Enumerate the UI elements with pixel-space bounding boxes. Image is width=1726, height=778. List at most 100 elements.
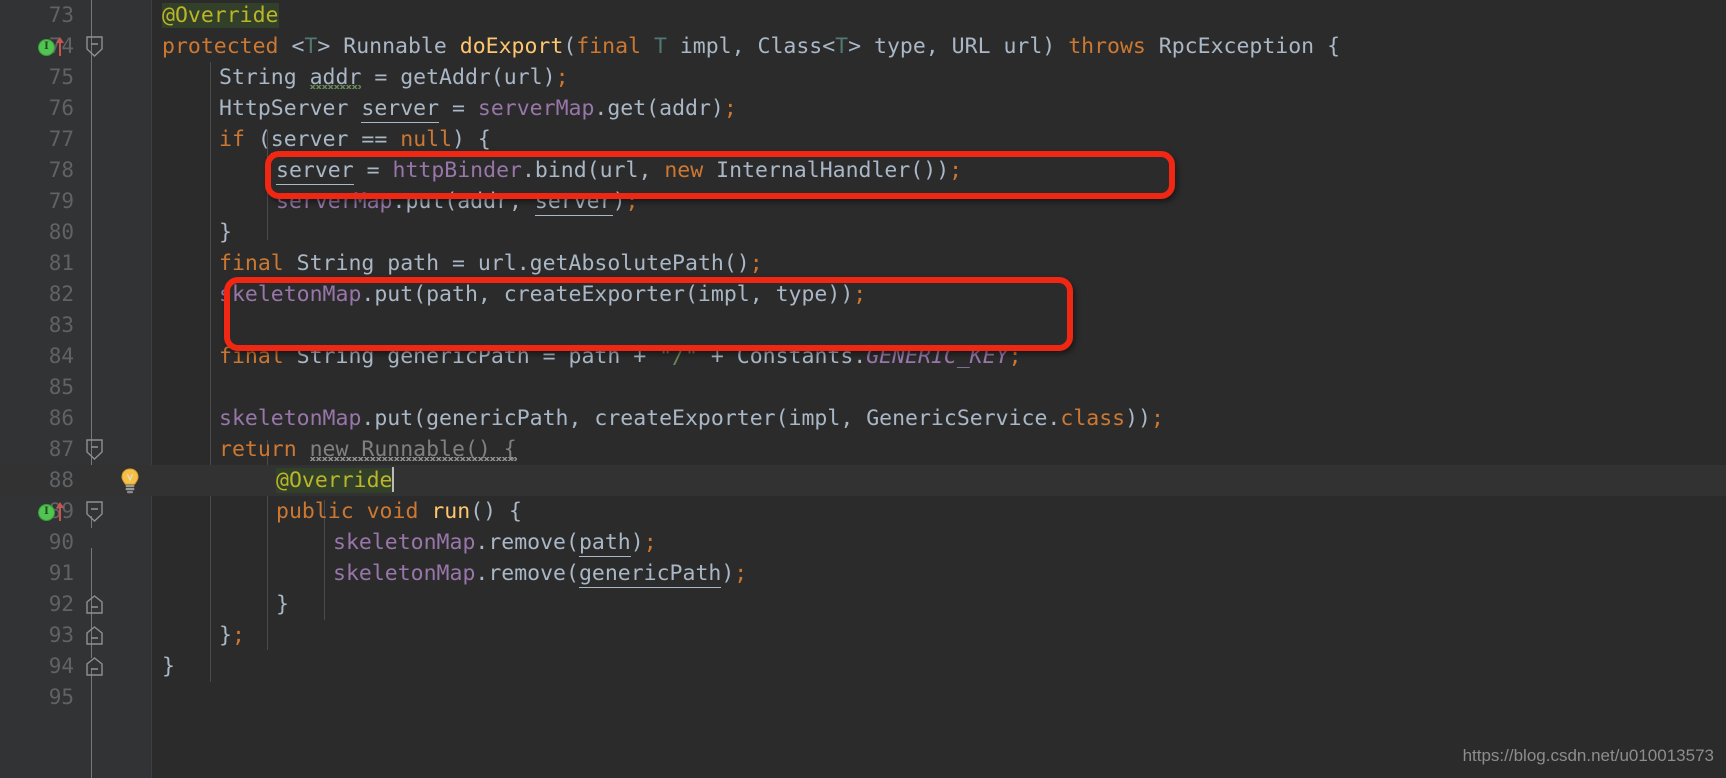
expression-token: String genericPath = path + <box>297 344 659 369</box>
brace-token: } <box>276 592 289 617</box>
text-caret <box>392 467 394 492</box>
line-number: 78 <box>0 155 74 186</box>
semicolon-token: ; <box>853 282 866 307</box>
code-line[interactable]: 94 } <box>0 651 1726 682</box>
overriding-method-arrow-icon[interactable] <box>54 500 66 520</box>
expression-token: .remove( <box>475 561 579 586</box>
variable-token-underlined: server <box>361 96 439 123</box>
punct-token: () { <box>470 499 522 524</box>
gutter-marker-group[interactable]: I <box>78 496 148 527</box>
punct-token: ) { <box>452 127 491 152</box>
keyword-token: public <box>276 499 367 524</box>
fold-end-icon[interactable] <box>86 595 103 616</box>
fold-end-icon[interactable] <box>86 626 103 647</box>
implementing-method-icon[interactable]: I <box>38 504 55 521</box>
expression-token: .get(addr) <box>594 96 723 121</box>
variable-token-warning: addr <box>310 65 362 90</box>
expression-token: = getAddr(url) <box>361 65 555 90</box>
code-line[interactable]: 93 }; <box>0 620 1726 651</box>
semicolon-token: ; <box>750 251 763 276</box>
type-token: InternalHandler()) <box>716 158 949 183</box>
semicolon-token: ; <box>1009 344 1022 369</box>
code-line[interactable]: 83 <box>0 310 1726 341</box>
code-line[interactable]: 90 skeletonMap.remove(path); <box>0 527 1726 558</box>
method-name-token: run <box>431 499 470 524</box>
brace-token: } <box>219 623 232 648</box>
brace-token: } <box>162 654 175 679</box>
field-token: skeletonMap <box>333 561 475 586</box>
field-token: httpBinder <box>393 158 522 183</box>
method-name-token: doExport <box>460 34 564 59</box>
punct-token: ) <box>721 561 734 586</box>
keyword-token: final <box>219 344 297 369</box>
semicolon-token: ; <box>1151 406 1164 431</box>
punct-token: ) <box>631 530 644 555</box>
punct-token: ( <box>258 127 271 152</box>
gutter-marker-group[interactable]: I <box>78 31 148 62</box>
keyword-token: final <box>219 251 297 276</box>
code-line[interactable]: 91 skeletonMap.remove(genericPath); <box>0 558 1726 589</box>
code-line[interactable]: 87 return new Runnable() { <box>0 434 1726 465</box>
code-line[interactable]: 75 String addr = getAddr(url); <box>0 62 1726 93</box>
dimmed-lambda-suggestion-token: new Runnable() { <box>310 437 517 462</box>
param-token: > type, URL url) <box>848 34 1068 59</box>
gutter-marker-group[interactable] <box>78 651 148 682</box>
code-line[interactable]: 79 serverMap.put(addr, server); <box>0 186 1726 217</box>
code-line[interactable]: 84 final String genericPath = path + "/"… <box>0 341 1726 372</box>
fold-collapse-icon[interactable] <box>86 439 103 460</box>
annotation-token: @Override <box>276 468 393 493</box>
line-number: 85 <box>0 372 74 403</box>
semicolon-token: ; <box>949 158 962 183</box>
overriding-method-arrow-icon[interactable] <box>54 35 66 55</box>
keyword-token: return <box>219 437 310 462</box>
implementing-method-icon[interactable]: I <box>38 39 55 56</box>
fold-collapse-icon[interactable] <box>86 36 103 57</box>
gutter-marker-group[interactable] <box>78 434 148 465</box>
code-line[interactable]: 78 server = httpBinder.bind(url, new Int… <box>0 155 1726 186</box>
code-line[interactable]: 73 @Override <box>0 0 1726 31</box>
fold-collapse-icon[interactable] <box>86 501 103 522</box>
gutter-marker-group[interactable] <box>78 589 148 620</box>
expression-token: .bind(url, <box>522 158 664 183</box>
expression-token: + Constants. <box>698 344 866 369</box>
variable-token-underlined: server <box>276 158 354 185</box>
code-line[interactable]: 77 if (server == null) { <box>0 124 1726 155</box>
punct-token: ( <box>563 34 576 59</box>
code-line[interactable]: 81 final String path = url.getAbsolutePa… <box>0 248 1726 279</box>
keyword-token: class <box>1060 406 1125 431</box>
operator-token: = <box>439 96 478 121</box>
field-token: skeletonMap <box>333 530 475 555</box>
expression-token: .put(addr, <box>393 189 535 214</box>
code-line[interactable]: 89 I public void run() { <box>0 496 1726 527</box>
keyword-token: null <box>400 127 452 152</box>
line-number: 76 <box>0 93 74 124</box>
keyword-token: void <box>367 499 432 524</box>
field-token: skeletonMap <box>219 282 361 307</box>
constant-token: GENERIC_KEY <box>866 344 1008 369</box>
line-number: 86 <box>0 403 74 434</box>
code-line[interactable]: 82 skeletonMap.put(path, createExporter(… <box>0 279 1726 310</box>
punct-token: )) <box>1125 406 1151 431</box>
code-line-current[interactable]: 88 @Override <box>0 465 1726 496</box>
variable-token-underlined: path <box>579 530 631 557</box>
code-line[interactable]: 76 HttpServer server = serverMap.get(add… <box>0 93 1726 124</box>
field-token: serverMap <box>276 189 393 214</box>
keyword-token: new <box>664 158 716 183</box>
generic-type-token: T <box>654 34 667 59</box>
line-number: 91 <box>0 558 74 589</box>
code-line[interactable]: 95 <box>0 682 1726 713</box>
variable-token-underlined: genericPath <box>579 561 721 588</box>
code-line[interactable]: 92 } <box>0 589 1726 620</box>
line-number: 83 <box>0 310 74 341</box>
watermark-text: https://blog.csdn.net/u010013573 <box>1463 746 1714 766</box>
fold-end-icon[interactable] <box>86 657 103 678</box>
intention-bulb-icon[interactable] <box>118 468 142 494</box>
code-line[interactable]: 80 } <box>0 217 1726 248</box>
gutter-marker-group[interactable] <box>78 465 148 496</box>
line-number: 75 <box>0 62 74 93</box>
gutter-marker-group[interactable] <box>78 620 148 651</box>
code-line[interactable]: 85 <box>0 372 1726 403</box>
code-line[interactable]: 86 skeletonMap.put(genericPath, createEx… <box>0 403 1726 434</box>
line-number: 90 <box>0 527 74 558</box>
code-line[interactable]: 74 I protected <T> Runnable doExport(fin… <box>0 31 1726 62</box>
